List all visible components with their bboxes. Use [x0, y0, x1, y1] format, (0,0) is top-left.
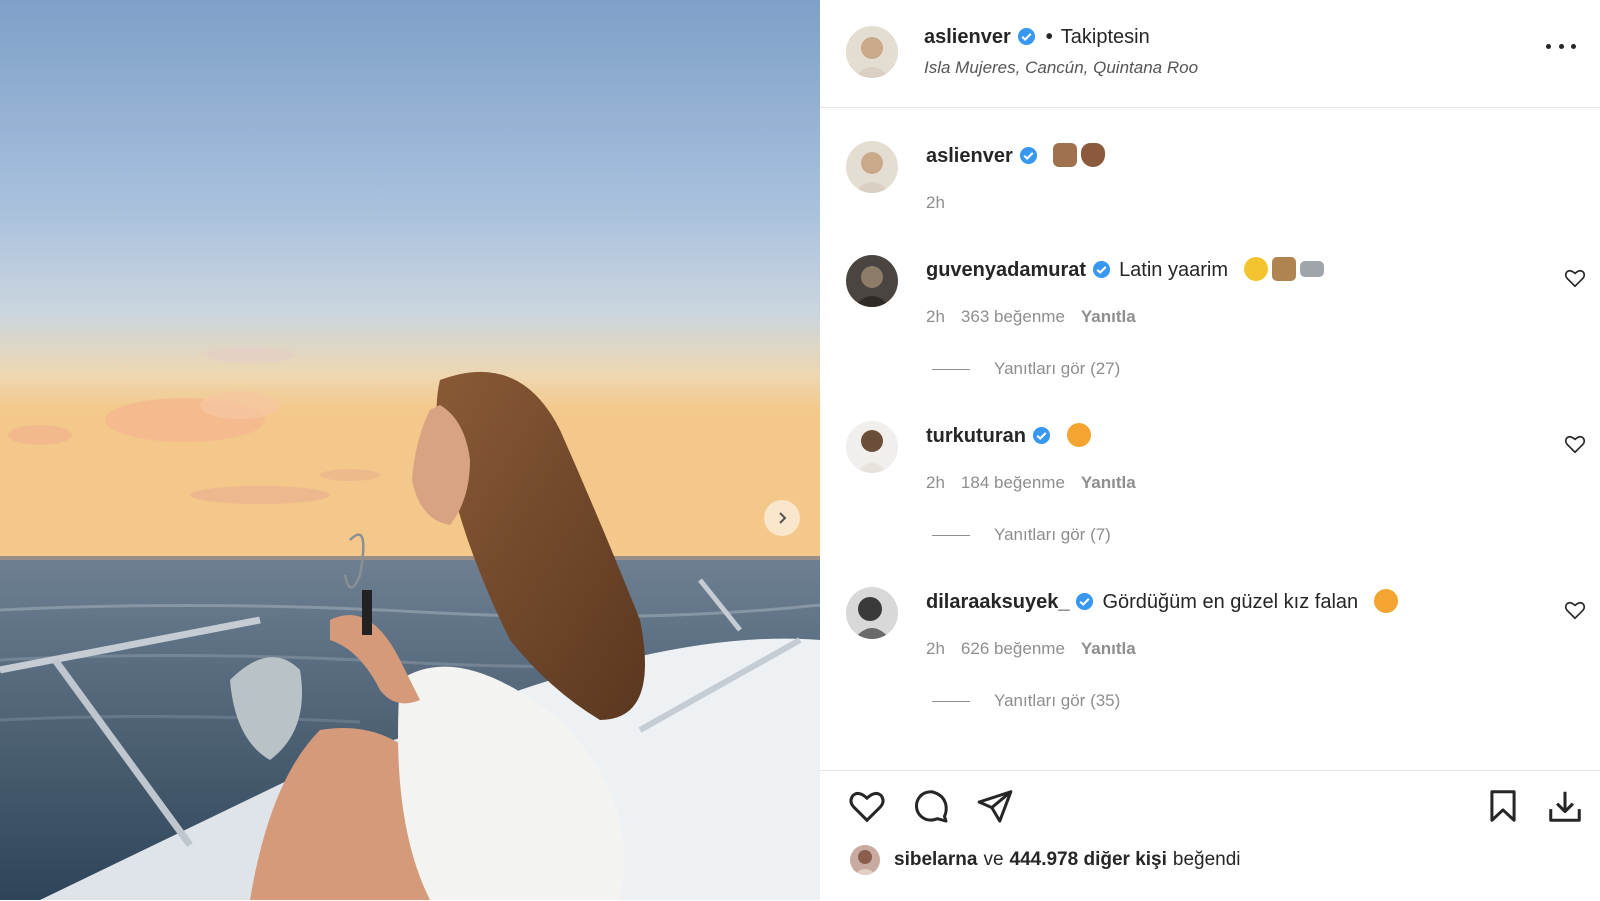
fist-emoji-icon: [1053, 143, 1078, 167]
post-header: aslienver • Takiptesin Isla Mujeres, Cancú…: [820, 0, 1600, 108]
verified-badge-icon: [1092, 260, 1111, 279]
liker-username[interactable]: sibelarna: [894, 849, 977, 871]
comment-time: 2h: [926, 473, 945, 492]
sunglasses-emoji-icon: [1243, 257, 1268, 281]
follow-status[interactable]: Takiptesin: [1061, 26, 1150, 48]
author-line: aslienver • Takiptesin: [924, 26, 1150, 49]
caption-username[interactable]: aslienver: [926, 145, 1013, 167]
caption-time: 2h: [926, 193, 945, 212]
verified-badge-icon: [1017, 27, 1036, 46]
comment-meta: 2h 626 beğenme Yanıtla: [926, 639, 1152, 659]
comment-body: Gördüğüm en güzel kız falan: [1102, 591, 1359, 613]
replies-divider: [932, 701, 970, 703]
comment-time: 2h: [926, 639, 945, 658]
send-icon[interactable]: [976, 787, 1014, 825]
chevron-right-icon: [779, 512, 787, 524]
commenter-avatar[interactable]: [846, 255, 898, 307]
brown-heart-emoji-icon: [1081, 143, 1106, 167]
replies-divider: [932, 535, 970, 537]
comment-text: turkuturan: [926, 423, 1091, 448]
verified-badge-icon: [1019, 146, 1038, 165]
comment-username[interactable]: turkuturan: [926, 425, 1026, 447]
likes-count[interactable]: 444.978 diğer kişi: [1010, 849, 1167, 871]
comment-text: guvenyadamurat Latin yaarim: [926, 257, 1324, 282]
commenter-avatar[interactable]: [846, 587, 898, 639]
replies-divider: [932, 369, 970, 371]
separator-dot: •: [1045, 26, 1053, 48]
post-photo: [0, 0, 820, 900]
reply-button[interactable]: Yanıtla: [1081, 307, 1136, 326]
comment-body: Latin yaarim: [1119, 259, 1228, 281]
action-bar: sibelarna ve 444.978 diğer kişi beğendi: [820, 770, 1600, 901]
author-username[interactable]: aslienver: [924, 26, 1011, 48]
post-location[interactable]: Isla Mujeres, Cancún, Quintana Roo: [924, 58, 1198, 78]
comment-heart-icon[interactable]: [1564, 267, 1586, 289]
more-options-icon[interactable]: [1546, 36, 1576, 56]
reply-button[interactable]: Yanıtla: [1081, 639, 1136, 658]
comment-heart-icon[interactable]: [1564, 433, 1586, 455]
caption-text: aslienver: [926, 143, 1106, 168]
comment-text: dilaraaksuyek_ Gördüğüm en güzel kız fala…: [926, 589, 1398, 614]
reply-button[interactable]: Yanıtla: [1081, 473, 1136, 492]
view-replies-label: Yanıtları gör (27): [994, 359, 1121, 378]
caption-avatar[interactable]: [846, 141, 898, 193]
heart-eyes-emoji-icon: [1066, 423, 1091, 447]
view-replies-button[interactable]: Yanıtları gör (27): [932, 359, 1120, 379]
liked-by-line: sibelarna ve 444.978 diğer kişi beğendi: [850, 845, 1247, 875]
caption-meta: 2h: [926, 193, 961, 213]
bookmark-icon[interactable]: [1484, 787, 1522, 825]
comment-time: 2h: [926, 307, 945, 326]
comment-likes[interactable]: 626 beğenme: [961, 639, 1065, 658]
couple-emoji-icon: [1271, 257, 1296, 281]
verified-badge-icon: [1032, 426, 1051, 445]
comment-likes[interactable]: 363 beğenme: [961, 307, 1065, 326]
view-replies-button[interactable]: Yanıtları gör (35): [932, 691, 1120, 711]
comment-username[interactable]: guvenyadamurat: [926, 259, 1086, 281]
heart-eyes-emoji-icon: [1373, 589, 1398, 613]
liked-by-suffix: beğendi: [1172, 849, 1241, 870]
liker-avatar[interactable]: [850, 845, 880, 875]
comment-likes[interactable]: 184 beğenme: [961, 473, 1065, 492]
comment-heart-icon[interactable]: [1564, 599, 1586, 621]
comment-icon[interactable]: [912, 787, 950, 825]
view-replies-label: Yanıtları gör (7): [994, 525, 1111, 544]
car-emoji-icon: [1299, 261, 1324, 277]
sunset-boat-image: [0, 0, 820, 900]
commenter-avatar[interactable]: [846, 421, 898, 473]
author-avatar[interactable]: [846, 26, 898, 78]
next-photo-button[interactable]: [764, 500, 800, 536]
view-replies-label: Yanıtları gör (35): [994, 691, 1121, 710]
comment-meta: 2h 363 beğenme Yanıtla: [926, 307, 1152, 327]
liked-by-conj: ve: [983, 849, 1004, 870]
verified-badge-icon: [1075, 592, 1094, 611]
comment-username[interactable]: dilaraaksuyek_: [926, 591, 1069, 613]
post-side-panel: aslienver • Takiptesin Isla Mujeres, Cancú…: [820, 0, 1600, 900]
view-replies-button[interactable]: Yanıtları gör (7): [932, 525, 1111, 545]
heart-icon[interactable]: [848, 787, 886, 825]
comment-meta: 2h 184 beğenme Yanıtla: [926, 473, 1152, 493]
download-icon[interactable]: [1546, 787, 1584, 825]
